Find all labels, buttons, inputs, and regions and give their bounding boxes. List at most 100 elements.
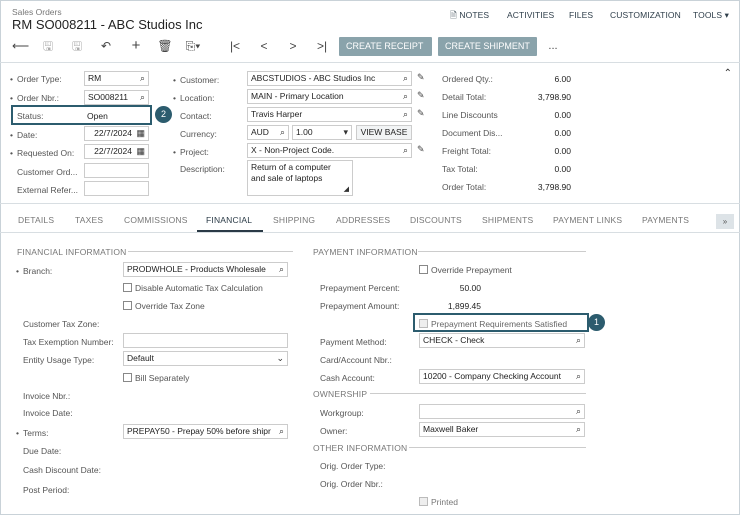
undo-icon[interactable]: ↶ xyxy=(98,38,114,54)
breadcrumb[interactable]: Sales Orders xyxy=(12,7,62,17)
edit-contact-icon[interactable]: ✎ xyxy=(417,108,425,119)
total-value: 3,798.90 xyxy=(537,182,571,192)
chevron-down-icon[interactable]: ⌄ xyxy=(276,352,284,365)
order-nbr-field[interactable]: SO008211 ⌕ xyxy=(84,90,149,105)
resize-handle-icon[interactable]: ◢ xyxy=(344,184,349,195)
total-value: 0.00 xyxy=(554,128,571,138)
search-icon[interactable]: ⌕ xyxy=(280,126,285,139)
terms-label: Terms: xyxy=(16,428,48,438)
search-icon[interactable]: ⌕ xyxy=(576,423,581,436)
branch-field[interactable]: PRODWHOLE - Products Wholesale ⌕ xyxy=(123,262,288,277)
requested-on-field[interactable]: 22/7/2024 ▦ xyxy=(84,144,149,159)
tab-payment-links[interactable]: PAYMENT LINKS xyxy=(553,215,622,225)
edit-project-icon[interactable]: ✎ xyxy=(417,144,425,155)
override-tax-zone-checkbox[interactable]: Override Tax Zone xyxy=(123,301,205,311)
total-value: 3,798.90 xyxy=(537,92,571,102)
printed-checkbox[interactable]: Printed xyxy=(419,497,458,507)
payment-method-field[interactable]: CHECK - Check ⌕ xyxy=(419,333,585,348)
edit-customer-icon[interactable]: ✎ xyxy=(417,72,425,83)
first-record-icon[interactable]: |< xyxy=(227,38,243,54)
customization-link[interactable]: CUSTOMIZATION xyxy=(610,10,681,20)
create-receipt-button[interactable]: CREATE RECEIPT xyxy=(339,37,432,56)
more-actions-icon[interactable]: ... xyxy=(545,38,561,54)
order-type-label: Order Type: xyxy=(10,74,62,84)
save-icon[interactable]: 🖫 xyxy=(40,38,56,54)
search-icon[interactable]: ⌕ xyxy=(403,90,408,103)
search-icon[interactable]: ⌕ xyxy=(279,263,284,276)
notes-link[interactable]: 🗎 NOTES xyxy=(450,10,489,24)
total-value: 0.00 xyxy=(554,110,571,120)
tab-taxes[interactable]: TAXES xyxy=(75,215,103,225)
description-field[interactable]: Return of a computer and sale of laptops… xyxy=(247,160,353,196)
terms-field[interactable]: PREPAY50 - Prepay 50% before shipr ⌕ xyxy=(123,424,288,439)
previous-record-icon[interactable]: < xyxy=(256,38,272,54)
copy-paste-icon[interactable]: ⎘▾ xyxy=(185,38,201,54)
branch-label: Branch: xyxy=(16,266,52,276)
next-record-icon[interactable]: > xyxy=(285,38,301,54)
edit-location-icon[interactable]: ✎ xyxy=(417,90,425,101)
entity-usage-select[interactable]: Default ⌄ xyxy=(123,351,288,366)
cash-account-field[interactable]: 10200 - Company Checking Account ⌕ xyxy=(419,369,585,384)
files-link[interactable]: FILES xyxy=(569,10,593,20)
search-icon[interactable]: ⌕ xyxy=(576,334,581,347)
create-shipment-button[interactable]: CREATE SHIPMENT xyxy=(438,37,537,56)
tab-commissions[interactable]: COMMISSIONS xyxy=(124,215,188,225)
payment-method-label: Payment Method: xyxy=(320,337,387,347)
search-icon[interactable]: ⌕ xyxy=(576,405,581,418)
add-icon[interactable]: + xyxy=(128,38,144,54)
prepayment-percent-value[interactable]: 50.00 xyxy=(419,283,481,293)
search-icon[interactable]: ⌕ xyxy=(140,72,145,85)
tax-exemption-field[interactable] xyxy=(123,333,288,348)
tab-discounts[interactable]: DISCOUNTS xyxy=(410,215,462,225)
save-close-icon[interactable]: 🖫 xyxy=(69,38,85,54)
customer-field[interactable]: ABCSTUDIOS - ABC Studios Inc ⌕ xyxy=(247,71,412,86)
tools-menu[interactable]: TOOLS ▾ xyxy=(693,10,729,21)
search-icon[interactable]: ⌕ xyxy=(403,72,408,85)
collapse-icon[interactable]: ⌃ xyxy=(724,68,732,79)
owner-field[interactable]: Maxwell Baker ⌕ xyxy=(419,422,585,437)
calendar-icon[interactable]: ▦ xyxy=(136,145,145,158)
tab-addresses[interactable]: ADDRESSES xyxy=(336,215,390,225)
prepayment-amount-value[interactable]: 1,899.45 xyxy=(419,301,481,311)
entity-usage-label: Entity Usage Type: xyxy=(23,355,95,365)
currency-field[interactable]: AUD ⌕ xyxy=(247,125,289,140)
location-label: Location: xyxy=(173,93,214,103)
tab-payments[interactable]: PAYMENTS xyxy=(642,215,689,225)
search-icon[interactable]: ⌕ xyxy=(140,91,145,104)
search-icon[interactable]: ⌕ xyxy=(403,144,408,157)
tab-shipping[interactable]: SHIPPING xyxy=(273,215,315,225)
currency-rate-field[interactable]: 1.00 ▾ xyxy=(292,125,352,140)
chevron-down-icon[interactable]: ▾ xyxy=(343,126,348,139)
order-type-field[interactable]: RM ⌕ xyxy=(84,71,149,86)
view-base-button[interactable]: VIEW BASE xyxy=(356,125,412,140)
prepayment-satisfied-checkbox[interactable]: Prepayment Requirements Satisfied xyxy=(419,319,567,329)
tabs-scroll-right-icon[interactable]: » xyxy=(716,214,734,229)
search-icon[interactable]: ⌕ xyxy=(403,108,408,121)
search-icon[interactable]: ⌕ xyxy=(279,425,284,438)
external-ref-field[interactable] xyxy=(84,181,149,196)
disable-auto-tax-checkbox[interactable]: Disable Automatic Tax Calculation xyxy=(123,283,263,293)
override-prepayment-checkbox[interactable]: Override Prepayment xyxy=(419,265,512,275)
location-field[interactable]: MAIN - Primary Location ⌕ xyxy=(247,89,412,104)
workgroup-field[interactable]: ⌕ xyxy=(419,404,585,419)
checkbox-icon xyxy=(123,373,132,382)
tab-details[interactable]: DETAILS xyxy=(18,215,54,225)
date-field[interactable]: 22/7/2024 ▦ xyxy=(84,126,149,141)
activities-link[interactable]: ACTIVITIES xyxy=(507,10,554,20)
delete-icon[interactable]: 🗑 xyxy=(157,38,173,54)
total-label: Order Total: xyxy=(442,182,487,192)
project-field[interactable]: X - Non-Project Code. ⌕ xyxy=(247,143,412,158)
search-icon[interactable]: ⌕ xyxy=(576,370,581,383)
calendar-icon[interactable]: ▦ xyxy=(136,127,145,140)
card-account-label: Card/Account Nbr.: xyxy=(320,355,392,365)
cash-account-label: Cash Account: xyxy=(320,373,375,383)
tab-financial[interactable]: FINANCIAL xyxy=(206,215,252,225)
contact-field[interactable]: Travis Harper ⌕ xyxy=(247,107,412,122)
tab-shipments[interactable]: SHIPMENTS xyxy=(482,215,533,225)
last-record-icon[interactable]: >| xyxy=(314,38,330,54)
total-label: Detail Total: xyxy=(442,92,487,102)
bill-separately-checkbox[interactable]: Bill Separately xyxy=(123,373,189,383)
back-icon[interactable]: ⟵ xyxy=(12,38,29,54)
customer-order-field[interactable] xyxy=(84,163,149,178)
requested-on-label: Requested On: xyxy=(10,148,74,158)
